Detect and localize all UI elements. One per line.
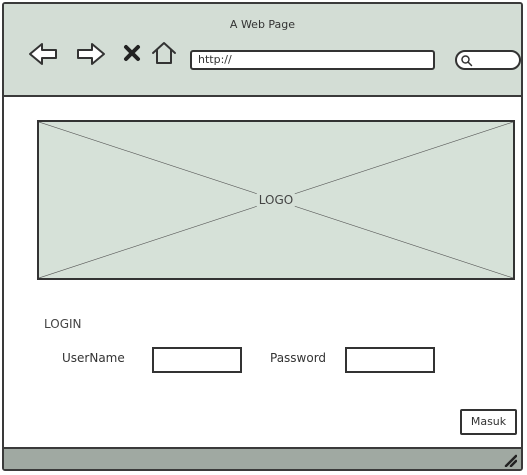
password-field[interactable]	[345, 347, 435, 373]
forward-arrow-icon[interactable]	[76, 42, 106, 66]
home-icon[interactable]	[150, 40, 178, 66]
logo-label: LOGO	[256, 193, 296, 207]
back-arrow-icon[interactable]	[28, 42, 58, 66]
status-bar	[4, 447, 521, 469]
close-icon[interactable]	[123, 44, 141, 62]
password-label: Password	[270, 351, 327, 365]
login-heading: LOGIN	[44, 317, 82, 331]
masuk-button[interactable]: Masuk	[460, 409, 517, 435]
browser-toolbar: A Web Page http://	[4, 4, 521, 97]
window-title: A Web Page	[229, 18, 296, 31]
search-box[interactable]	[455, 50, 521, 70]
logo-image-placeholder: LOGO	[37, 120, 515, 280]
username-label: UserName	[62, 351, 125, 365]
resize-grip-icon[interactable]	[503, 453, 517, 467]
search-icon	[461, 55, 473, 67]
url-input[interactable]: http://	[190, 50, 435, 70]
browser-window: A Web Page http:// LOGO LOGIN UserName P…	[2, 2, 523, 471]
username-field[interactable]	[152, 347, 242, 373]
